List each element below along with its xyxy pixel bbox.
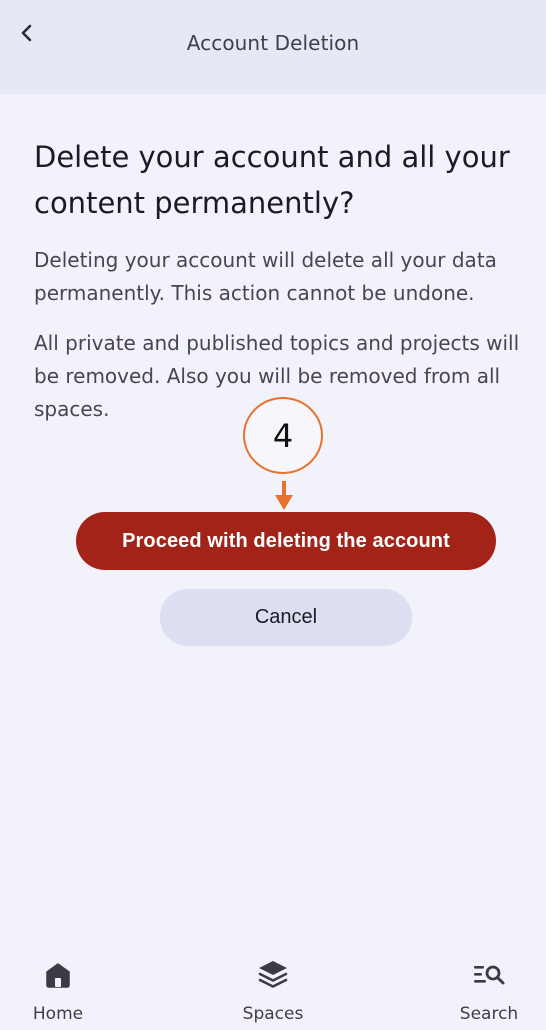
top-app-bar: Account Deletion (0, 0, 546, 94)
nav-label-home: Home (32, 1004, 84, 1024)
nav-item-home[interactable]: Home (3, 958, 113, 1028)
nav-item-spaces[interactable]: Spaces (218, 958, 328, 1028)
cancel-button[interactable]: Cancel (160, 589, 412, 646)
nav-label-search: Search (459, 1004, 519, 1024)
deletion-content: Delete your account and all your content… (34, 134, 534, 426)
search-list-icon (472, 958, 506, 992)
arrow-down-icon (275, 481, 293, 510)
data-warning-text: Deleting your account will delete all yo… (34, 248, 497, 305)
nav-item-search[interactable]: Search (434, 958, 544, 1028)
home-icon (41, 958, 75, 992)
layers-icon (256, 958, 290, 992)
step-number-badge: 4 (243, 397, 323, 474)
nav-label-spaces: Spaces (242, 1004, 304, 1024)
proceed-delete-account-button[interactable]: Proceed with deleting the account (76, 512, 496, 570)
account-deletion-screen: Account Deletion Delete your account and… (0, 0, 546, 1030)
bottom-navigation: Home Spaces Search (0, 950, 546, 1030)
confirmation-heading: Delete your account and all your content… (34, 140, 510, 220)
page-title: Account Deletion (186, 31, 360, 55)
